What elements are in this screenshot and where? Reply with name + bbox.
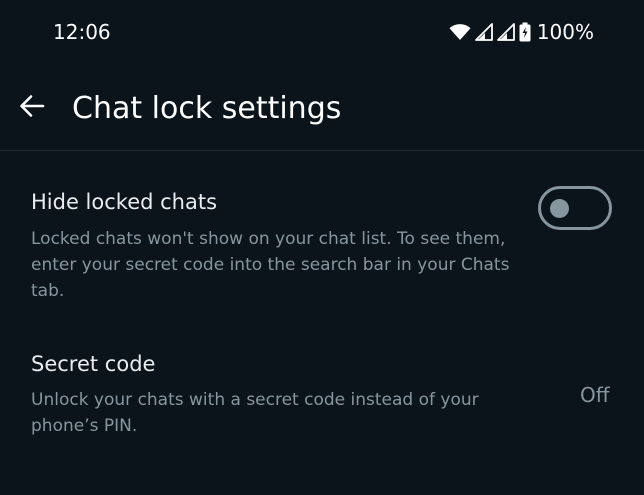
hide-locked-chats-title: Hide locked chats bbox=[31, 190, 218, 214]
arrow-left-icon bbox=[19, 94, 45, 122]
secret-code-title: Secret code bbox=[31, 352, 156, 376]
hide-locked-chats-description: Locked chats won't show on your chat lis… bbox=[31, 229, 510, 301]
battery-charging-icon bbox=[519, 22, 531, 42]
hide-locked-chats-setting[interactable]: Hide locked chats Locked chats won't sho… bbox=[0, 150, 644, 320]
secret-code-description: Unlock your chats with a secret code ins… bbox=[31, 390, 479, 436]
battery-percent: 100% bbox=[536, 20, 594, 44]
page-title: Chat lock settings bbox=[72, 91, 342, 126]
app-bar: Chat lock settings bbox=[0, 64, 644, 151]
signal-icon bbox=[474, 23, 493, 41]
status-icons: 100% bbox=[449, 19, 594, 45]
status-time: 12:06 bbox=[53, 20, 111, 44]
hide-locked-chats-toggle[interactable] bbox=[538, 186, 612, 230]
status-bar: 12:06 100% bbox=[0, 0, 644, 64]
back-button[interactable] bbox=[12, 88, 52, 128]
secret-code-setting[interactable]: Secret code Unlock your chats with a sec… bbox=[0, 340, 644, 460]
toggle-knob bbox=[550, 199, 569, 218]
signal-icon bbox=[496, 23, 515, 41]
wifi-icon bbox=[449, 23, 471, 41]
secret-code-status: Off bbox=[580, 383, 610, 407]
